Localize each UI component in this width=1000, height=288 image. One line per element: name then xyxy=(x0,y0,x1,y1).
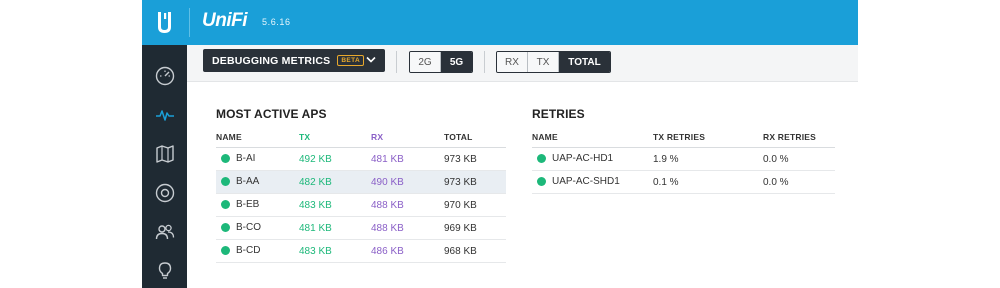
retries-table: NAME TX RETRIES RX RETRIES UAP-AC-HD1 1.… xyxy=(532,127,835,194)
beta-badge: BETA xyxy=(337,55,365,66)
online-status-icon xyxy=(221,246,230,256)
column-header-rx-retries[interactable]: RX RETRIES xyxy=(763,127,835,148)
sidebar xyxy=(142,45,187,288)
total-value: 968 KB xyxy=(444,239,506,263)
band-option-2g[interactable]: 2G xyxy=(410,52,441,72)
online-status-icon xyxy=(221,154,230,164)
ap-name[interactable]: B-CD xyxy=(236,245,260,256)
sidebar-item-dashboard[interactable] xyxy=(142,57,187,95)
table-row[interactable]: B-EB 483 KB 488 KB 970 KB xyxy=(216,193,506,217)
online-status-icon xyxy=(221,200,230,210)
top-bar: UniFi 5.6.16 xyxy=(142,0,858,45)
logo-divider xyxy=(189,8,190,37)
rx-value: 488 KB xyxy=(371,193,444,217)
most-active-aps-title: MOST ACTIVE APS xyxy=(216,107,327,121)
column-header-rx[interactable]: RX xyxy=(371,127,444,148)
ap-name[interactable]: UAP-AC-HD1 xyxy=(552,153,613,164)
most-active-aps-table: NAME TX RX TOTAL B-AI 492 KB 481 KB 973 … xyxy=(216,127,506,263)
traffic-option-tx[interactable]: TX xyxy=(528,52,559,72)
sidebar-item-insights[interactable] xyxy=(142,252,187,288)
online-status-icon xyxy=(537,154,546,164)
version-label: 5.6.16 xyxy=(262,17,291,27)
ap-name[interactable]: B-AA xyxy=(236,176,259,187)
metrics-dropdown-label: DEBUGGING METRICS xyxy=(212,54,331,67)
users-icon xyxy=(155,224,174,240)
ubiquiti-logo-icon[interactable] xyxy=(142,0,187,45)
metrics-dropdown[interactable]: DEBUGGING METRICS BETA xyxy=(203,49,385,72)
total-value: 969 KB xyxy=(444,216,506,240)
tx-value: 481 KB xyxy=(299,216,371,240)
speedometer-icon xyxy=(155,66,174,86)
device-icon xyxy=(155,183,174,203)
column-header-total[interactable]: TOTAL xyxy=(444,127,506,148)
ap-name[interactable]: B-AI xyxy=(236,153,255,164)
online-status-icon xyxy=(221,223,230,233)
table-row[interactable]: UAP-AC-SHD1 0.1 % 0.0 % xyxy=(532,170,835,194)
tx-value: 492 KB xyxy=(299,147,371,171)
ap-name[interactable]: B-CO xyxy=(236,222,261,233)
traffic-option-rx[interactable]: RX xyxy=(497,52,528,72)
toolbar: DEBUGGING METRICS BETA 2G 5G RX TX TOTAL xyxy=(187,45,858,82)
tx-retries-value: 1.9 % xyxy=(653,147,763,171)
sidebar-item-map[interactable] xyxy=(142,135,187,173)
total-value: 970 KB xyxy=(444,193,506,217)
rx-value: 490 KB xyxy=(371,170,444,194)
rx-value: 481 KB xyxy=(371,147,444,171)
unifi-app: UniFi 5.6.16 DEBUGGING METRICS BETA 2G 5… xyxy=(142,0,858,288)
lightbulb-icon xyxy=(158,262,171,279)
table-row[interactable]: B-CO 481 KB 488 KB 969 KB xyxy=(216,216,506,240)
rx-value: 486 KB xyxy=(371,239,444,263)
rx-retries-value: 0.0 % xyxy=(763,147,835,171)
sidebar-item-clients[interactable] xyxy=(142,213,187,251)
online-status-icon xyxy=(221,177,230,187)
traffic-option-total[interactable]: TOTAL xyxy=(559,52,610,72)
table-row[interactable]: B-AI 492 KB 481 KB 973 KB xyxy=(216,147,506,171)
pulse-icon xyxy=(155,110,174,121)
band-option-5g[interactable]: 5G xyxy=(441,52,472,72)
ap-name[interactable]: B-EB xyxy=(236,199,259,210)
table-row[interactable]: B-CD 483 KB 486 KB 968 KB xyxy=(216,239,506,263)
brand-name[interactable]: UniFi xyxy=(202,10,248,32)
rx-retries-value: 0.0 % xyxy=(763,170,835,194)
total-value: 973 KB xyxy=(444,147,506,171)
map-icon xyxy=(155,145,174,163)
chevron-down-icon xyxy=(366,56,376,63)
column-header-tx-retries[interactable]: TX RETRIES xyxy=(653,127,763,148)
divider xyxy=(484,51,485,73)
retries-title: RETRIES xyxy=(532,107,585,121)
divider xyxy=(396,51,397,73)
table-row[interactable]: B-AA 482 KB 490 KB 973 KB xyxy=(216,170,506,194)
rx-value: 488 KB xyxy=(371,216,444,240)
column-header-name[interactable]: NAME xyxy=(216,127,299,148)
column-header-tx[interactable]: TX xyxy=(299,127,371,148)
ap-name[interactable]: UAP-AC-SHD1 xyxy=(552,176,620,187)
sidebar-item-statistics[interactable] xyxy=(142,96,187,134)
tx-retries-value: 0.1 % xyxy=(653,170,763,194)
sidebar-item-devices[interactable] xyxy=(142,174,187,212)
online-status-icon xyxy=(537,177,546,187)
column-header-name[interactable]: NAME xyxy=(532,127,653,148)
tx-value: 483 KB xyxy=(299,239,371,263)
tx-value: 482 KB xyxy=(299,170,371,194)
band-toggle: 2G 5G xyxy=(409,51,473,73)
total-value: 973 KB xyxy=(444,170,506,194)
traffic-toggle: RX TX TOTAL xyxy=(496,51,611,73)
table-row[interactable]: UAP-AC-HD1 1.9 % 0.0 % xyxy=(532,147,835,171)
tx-value: 483 KB xyxy=(299,193,371,217)
